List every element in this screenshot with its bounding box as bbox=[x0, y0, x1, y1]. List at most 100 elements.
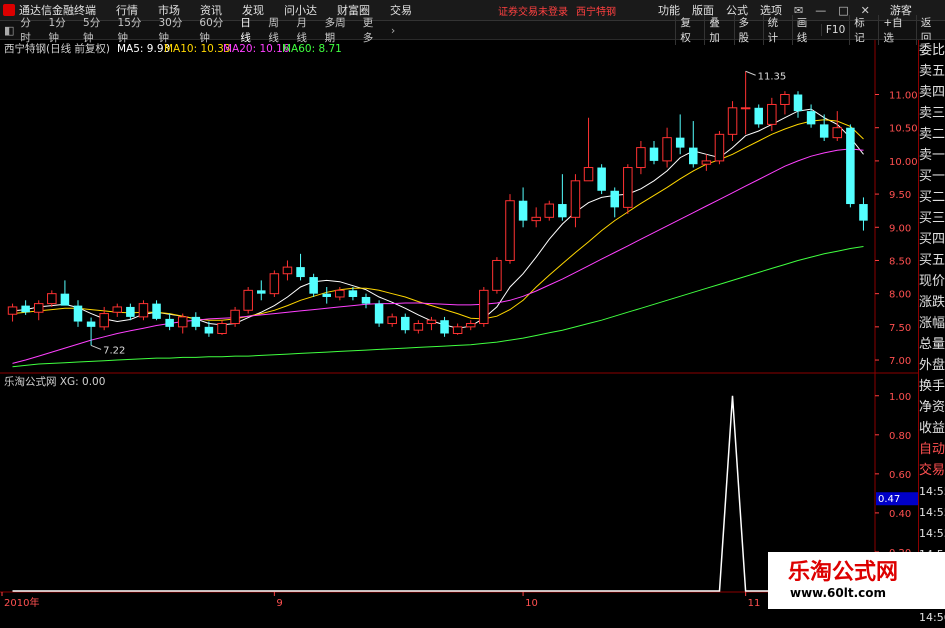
side-panel-item[interactable]: 自动 bbox=[919, 439, 945, 460]
candle-body-down bbox=[754, 107, 763, 125]
more-arrow-icon[interactable]: › bbox=[391, 24, 395, 37]
price-tick-label: 10.00 bbox=[889, 157, 918, 168]
candle-body-up bbox=[387, 316, 397, 325]
side-panel-item[interactable]: 卖三 bbox=[919, 103, 945, 124]
candle-body-up bbox=[767, 103, 777, 125]
ma10-line bbox=[12, 119, 864, 321]
side-panel-item[interactable]: 14:56 bbox=[919, 607, 945, 628]
menu-trade[interactable]: 交易 bbox=[390, 2, 412, 18]
side-panel-item[interactable]: 收益 bbox=[919, 418, 945, 439]
trade-login-notice[interactable]: 证券交易未登录 bbox=[498, 3, 568, 18]
quote-side-panel: 委比 卖五 卖四 卖三 卖二 卖一 买一 买二 买三 买四 买五 现价 涨跌 涨幅 总量 外盘 换手 净资 收益 自动… bbox=[918, 40, 945, 624]
candle-body-down bbox=[191, 316, 201, 327]
candle-body-up bbox=[177, 316, 188, 328]
candle-body-down bbox=[819, 124, 829, 138]
time-tick-label: 10 bbox=[525, 598, 538, 609]
candle-body-up bbox=[112, 306, 123, 313]
candle-body-down bbox=[440, 320, 449, 334]
watermark-url: www.60lt.com bbox=[790, 586, 887, 600]
candle-body-up bbox=[544, 203, 555, 218]
side-panel-item[interactable]: 14:55 bbox=[919, 502, 945, 523]
high-price-label: 11.35 bbox=[758, 71, 787, 82]
side-panel-item[interactable]: 总量 bbox=[919, 334, 945, 355]
candle-body-down bbox=[73, 305, 83, 322]
xg-signal-line bbox=[12, 395, 864, 592]
candle-body-up bbox=[426, 319, 437, 325]
maximize-icon[interactable]: □ bbox=[838, 4, 848, 17]
price-tick-label: 7.00 bbox=[889, 356, 911, 367]
side-panel-item[interactable]: 委比 bbox=[919, 40, 945, 61]
side-panel-item[interactable]: 涨幅 bbox=[919, 313, 945, 334]
side-panel-item[interactable]: 卖一 bbox=[919, 145, 945, 166]
time-tick-label: 11 bbox=[748, 598, 761, 609]
candle-body-up bbox=[701, 160, 712, 165]
candle-body-up bbox=[335, 289, 345, 298]
side-panel-item[interactable]: 卖四 bbox=[919, 82, 945, 103]
candle-body-down bbox=[518, 200, 528, 221]
current-stock-name: 西宁特钢 bbox=[576, 6, 616, 18]
low-price-label: 7.22 bbox=[103, 345, 125, 356]
sidebar-toggle-icon[interactable]: ◧ bbox=[4, 24, 14, 37]
chart-area[interactable]: 11.00 10.50 10.00 9.50 9.00 8.50 8.00 7.50 7.00 1… bbox=[0, 40, 918, 609]
candle-body-down bbox=[597, 167, 606, 191]
candle-body-up bbox=[479, 289, 489, 325]
price-tick-label: 8.00 bbox=[889, 290, 911, 301]
app-logo-icon bbox=[3, 4, 15, 16]
candle-body-up bbox=[7, 306, 18, 315]
side-panel-item[interactable]: 买二 bbox=[919, 187, 945, 208]
candle-body-up bbox=[662, 137, 672, 162]
candle-body-up bbox=[138, 303, 149, 318]
low-pointer bbox=[90, 344, 102, 350]
side-panel-item[interactable]: 涨跌 bbox=[919, 292, 945, 313]
candle-body-up bbox=[217, 323, 227, 334]
candle-body-down bbox=[165, 318, 174, 327]
candle-body-down bbox=[806, 111, 816, 125]
candle-body-up bbox=[505, 200, 515, 261]
candle-body-up bbox=[714, 133, 725, 162]
ma10-label: MA10: 10.33 bbox=[164, 43, 231, 55]
candle-body-down bbox=[558, 204, 567, 218]
candle-body-down bbox=[296, 267, 305, 278]
candle-body-up bbox=[33, 303, 44, 313]
side-panel-item[interactable]: 买三 bbox=[919, 208, 945, 229]
candle-body-down bbox=[60, 293, 70, 306]
candle-body-down bbox=[675, 137, 685, 148]
side-panel-item[interactable]: 买四 bbox=[919, 229, 945, 250]
indicator-tick-label: 0.80 bbox=[889, 431, 911, 442]
side-panel-item[interactable]: 净资 bbox=[919, 397, 945, 418]
candle-body-up bbox=[452, 326, 463, 334]
candle-body-down bbox=[793, 94, 803, 112]
candle-body-up bbox=[269, 273, 280, 295]
candle-body-down bbox=[689, 147, 698, 165]
watermark-title: 乐淘公式网 bbox=[788, 560, 899, 585]
time-tick-label: 2010年 bbox=[4, 596, 39, 609]
side-panel-item[interactable]: 外盘 bbox=[919, 355, 945, 376]
indicator-title: 乐淘公式网 XG: 0.00 bbox=[4, 375, 105, 388]
candle-body-down bbox=[204, 326, 214, 334]
candle-body-down bbox=[859, 204, 868, 221]
candle-body-down bbox=[152, 303, 161, 319]
side-panel-item[interactable]: 14:55 bbox=[919, 523, 945, 544]
candle-body-up bbox=[531, 216, 541, 222]
side-panel-item[interactable]: 14:55 bbox=[919, 481, 945, 502]
side-panel-item[interactable]: 买一 bbox=[919, 166, 945, 187]
label-layer: 11.00 10.50 10.00 9.50 9.00 8.50 8.00 7.50 7.00 1… bbox=[1, 70, 918, 609]
price-tick-label: 9.50 bbox=[889, 190, 911, 201]
side-panel-item[interactable]: 现价 bbox=[919, 271, 945, 292]
candle-body-down bbox=[374, 303, 384, 324]
side-panel-item[interactable]: 卖五 bbox=[919, 61, 945, 82]
indicator-tick-label: 0.40 bbox=[889, 509, 911, 520]
candle-body-up bbox=[570, 180, 581, 218]
side-panel-item[interactable]: 买五 bbox=[919, 250, 945, 271]
ma20-label: MA20: 10.16 bbox=[223, 43, 290, 55]
high-pointer bbox=[745, 70, 756, 76]
candle-body-up bbox=[282, 266, 293, 275]
ma5-line bbox=[12, 108, 864, 329]
side-panel-item[interactable]: 换手 bbox=[919, 376, 945, 397]
candle-body-up bbox=[243, 289, 253, 311]
f10-button[interactable]: F10 bbox=[820, 24, 849, 36]
candle-body-up bbox=[413, 323, 424, 331]
side-panel-item[interactable]: 卖二 bbox=[919, 124, 945, 145]
side-panel-item[interactable]: 交易 bbox=[919, 460, 945, 481]
candle-body-down bbox=[21, 305, 30, 313]
